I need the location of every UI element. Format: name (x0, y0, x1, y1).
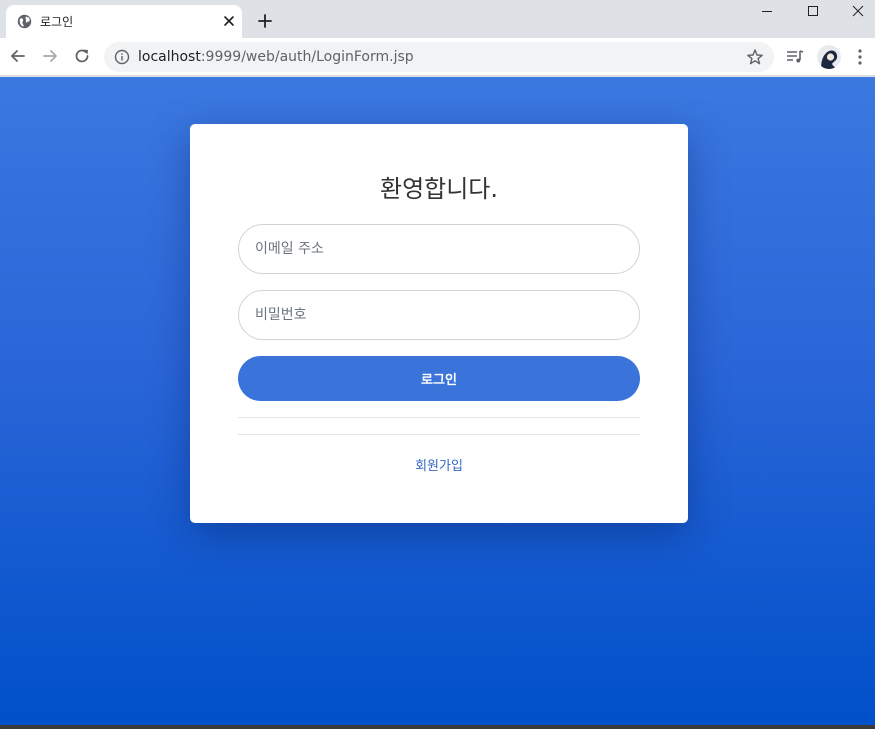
url-text: localhost:9999/web/auth/LoginForm.jsp (138, 49, 414, 65)
browser-tab[interactable]: 로그인 (6, 5, 242, 38)
avatar[interactable] (817, 45, 841, 69)
password-field[interactable] (238, 290, 640, 340)
tab-title: 로그인 (40, 15, 74, 29)
forward-arrow-icon[interactable] (40, 46, 60, 66)
page-background: 환영합니다. 로그인 회원가입 (0, 77, 875, 725)
window-bottom-edge (0, 725, 875, 729)
address-bar[interactable]: localhost:9999/web/auth/LoginForm.jsp (104, 42, 774, 72)
back-arrow-icon[interactable] (8, 46, 28, 66)
url-host: localhost (138, 49, 201, 65)
title-bar: 로그인 (0, 0, 875, 38)
login-card: 환영합니다. 로그인 회원가입 (190, 124, 688, 523)
star-icon[interactable] (746, 48, 764, 66)
email-field[interactable] (238, 224, 640, 274)
reload-icon[interactable] (72, 46, 92, 66)
window-close-icon[interactable] (835, 0, 875, 26)
media-control-icon[interactable] (785, 47, 805, 67)
minimize-icon[interactable] (744, 0, 790, 26)
divider (238, 417, 640, 418)
url-path: :9999/web/auth/LoginForm.jsp (200, 49, 414, 65)
signup-link[interactable]: 회원가입 (190, 455, 688, 474)
info-icon[interactable] (114, 49, 130, 65)
more-vert-icon[interactable] (852, 47, 868, 67)
login-button[interactable]: 로그인 (238, 356, 640, 401)
maximize-icon[interactable] (790, 0, 836, 26)
globe-icon (17, 14, 32, 29)
page-title: 환영합니다. (379, 175, 499, 203)
divider (238, 434, 640, 435)
plus-icon[interactable] (255, 11, 275, 31)
browser-toolbar: localhost:9999/web/auth/LoginForm.jsp (0, 38, 875, 76)
profile-avatar-icon (817, 45, 841, 69)
close-icon[interactable] (220, 12, 238, 30)
